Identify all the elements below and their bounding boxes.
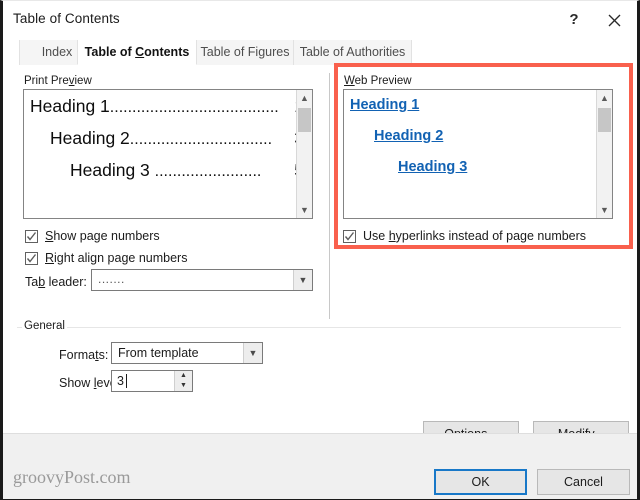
close-x-icon[interactable] [599,7,629,33]
tab-table-of-contents-label: Table of Contents [84,45,190,59]
web-preview-entry-2[interactable]: Heading 2 [374,128,443,144]
tab-table-of-figures-label: Table of Figures [200,45,290,59]
print-preview-entry-1-leader: ...................................... [109,99,279,116]
horizontal-separator [17,327,621,328]
checkbox-box[interactable] [343,230,356,243]
spinner-buttons[interactable]: ▲ ▼ [174,371,192,391]
web-preview-panel: Heading 1 Heading 2 Heading 3 ▲ ▼ [343,89,613,219]
formats-value: From template [118,346,199,360]
tab-index-label: Index [41,45,73,59]
column-divider [329,73,330,319]
chevron-down-icon[interactable]: ▼ [297,202,312,218]
watermark-text: groovyPost.com [13,467,131,487]
print-preview-entry-2-text: Heading 2 [50,128,130,148]
tab-leader-combobox[interactable]: ....... ▼ [91,269,313,291]
window-title: Table of Contents [13,11,120,26]
tab-table-of-authorities[interactable]: Table of Authorities [293,40,412,65]
print-preview-entry-1-text: Heading 1 [30,96,110,116]
show-page-numbers-label: Show page numbers [45,229,160,243]
checkbox-box[interactable] [25,230,38,243]
print-preview-scrollbar[interactable]: ▲ ▼ [296,90,312,218]
print-preview-entry-3: Heading 3 ........................ [70,160,261,181]
print-preview-entry-3-text: Heading 3 [70,160,155,180]
print-preview-entry-2: Heading 2...............................… [50,128,272,149]
print-preview-group-label: Print Preview [22,75,94,87]
ok-button[interactable]: OK [434,469,527,495]
right-align-page-numbers-label: Right align page numbers [45,251,188,265]
print-preview-entry-3-leader: ........................ [154,163,262,180]
web-preview-entry-3[interactable]: Heading 3 [398,159,467,175]
print-preview-entry-2-leader: ................................ [129,131,273,148]
chevron-up-icon[interactable]: ▲ [597,90,612,106]
web-preview-entry-1[interactable]: Heading 1 [350,97,419,113]
web-preview-group-label: Web Preview [342,75,414,87]
title-bar: Table of Contents ? [3,1,637,38]
scrollbar-thumb[interactable] [298,108,311,132]
checkbox-box[interactable] [25,252,38,265]
show-levels-value[interactable]: 3 [117,374,124,388]
ok-button-label: OK [471,475,490,489]
help-question-icon[interactable]: ? [559,7,589,33]
scrollbar-thumb[interactable] [598,108,611,132]
tab-table-of-contents[interactable]: Table of Contents [77,40,197,65]
chevron-down-icon[interactable]: ▼ [293,270,312,290]
general-group-label: General [22,320,67,332]
table-of-contents-dialog: Table of Contents ? Index Table of Conte… [0,0,640,500]
spinner-up-icon[interactable]: ▲ [175,371,192,381]
tab-table-of-figures[interactable]: Table of Figures [195,40,295,65]
cancel-button-label: Cancel [564,475,603,489]
print-preview-entry-1: Heading 1...............................… [30,96,279,117]
spinner-down-icon[interactable]: ▼ [175,381,192,391]
use-hyperlinks-label: Use hyperlinks instead of page numbers [363,229,587,243]
text-caret [126,374,127,388]
show-levels-spinner[interactable]: 3 ▲ ▼ [111,370,193,392]
formats-combobox[interactable]: From template ▼ [111,342,263,364]
chevron-up-icon[interactable]: ▲ [297,90,312,106]
cancel-button[interactable]: Cancel [537,469,630,495]
tab-leader-value: ....... [98,272,125,286]
formats-label: Formats: [59,348,109,362]
chevron-down-icon[interactable]: ▼ [243,343,262,363]
chevron-down-icon[interactable]: ▼ [597,202,612,218]
tab-leader-label: Tab leader: [25,275,87,289]
print-preview-panel: Heading 1...............................… [23,89,313,219]
web-preview-scrollbar[interactable]: ▲ ▼ [596,90,612,218]
tab-table-of-authorities-label: Table of Authorities [299,45,406,59]
